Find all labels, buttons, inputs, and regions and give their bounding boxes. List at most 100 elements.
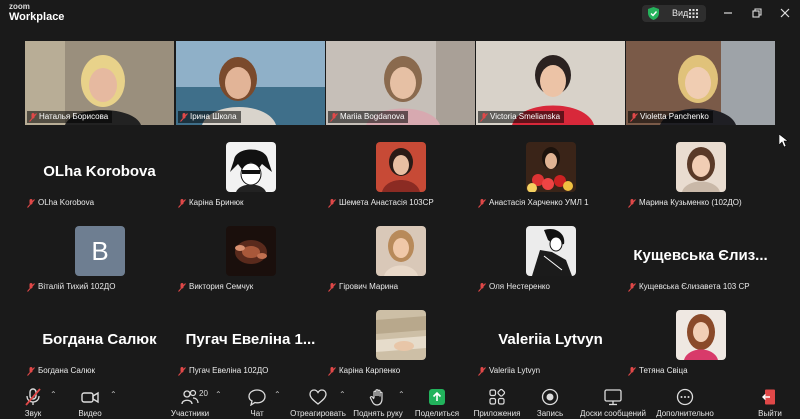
participant-name-tag: Каріна Бринюк	[178, 197, 244, 209]
video-button[interactable]: Видео	[74, 383, 106, 419]
muted-mic-icon	[178, 198, 186, 208]
participant-display-name: Пугач Евеліна 1...	[185, 331, 316, 348]
share-screen-icon	[429, 389, 445, 405]
share-button[interactable]: Поделиться	[414, 383, 460, 419]
participant-name-tag: Оля Нестеренко	[478, 281, 550, 293]
photo-avatar-icon	[676, 310, 726, 360]
participant-name-tag: OLha Korobova	[27, 197, 94, 209]
more-options-icon	[676, 388, 694, 406]
muted-mic-icon	[27, 282, 35, 292]
participant-name-tag: Наталья Борисова	[27, 111, 113, 123]
muted-mic-icon	[628, 366, 636, 376]
participant-name-tag: Valeriia Lytvyn	[478, 365, 540, 377]
more-button[interactable]: Дополнительно	[654, 383, 716, 419]
brand-bottom: Workplace	[9, 11, 65, 23]
video-options-chevron-icon[interactable]: ⌃	[110, 390, 117, 399]
restore-icon[interactable]	[750, 6, 764, 20]
participant-tile[interactable]: Виктория Семчук	[176, 226, 325, 306]
participants-options-chevron-icon[interactable]: ⌃	[215, 390, 222, 399]
muted-mic-icon	[180, 112, 188, 122]
apps-button[interactable]: Приложения	[470, 383, 524, 419]
manga-avatar-icon	[526, 226, 576, 276]
view-button[interactable]: Вид	[642, 5, 706, 22]
share-label: Поделиться	[414, 409, 460, 418]
react-button[interactable]: Отреагировать	[288, 383, 348, 419]
manga-avatar-icon	[226, 142, 276, 192]
participant-tile[interactable]: В Віталій Тихий 102ДО	[25, 226, 174, 306]
raise-hand-button[interactable]: Поднять руку	[352, 383, 404, 419]
participant-name-tag: Анастасія Харченко УМЛ 1	[478, 197, 589, 209]
view-label: Вид	[672, 8, 689, 18]
apps-label: Приложения	[473, 409, 521, 418]
participant-display-name: Кущевська Єлиз...	[633, 247, 768, 264]
audio-options-chevron-icon[interactable]: ⌃	[50, 390, 57, 399]
apps-icon	[489, 388, 506, 405]
audio-button[interactable]: Звук	[18, 383, 48, 419]
participant-tile[interactable]: Valeriia Lytvyn Valeriia Lytvyn	[476, 310, 625, 390]
participant-tile[interactable]: Каріна Бринюк	[176, 142, 325, 222]
close-icon[interactable]	[778, 6, 792, 20]
participant-name-tag: Гірович Марина	[328, 281, 398, 293]
participant-tile[interactable]: Тетяна Свіца	[626, 310, 775, 390]
muted-mic-icon	[628, 282, 636, 292]
participants-count: 20	[199, 389, 208, 398]
participant-tile[interactable]: Гірович Марина	[326, 226, 475, 306]
participant-tile[interactable]: Шемета Анастасія 103СР	[326, 142, 475, 222]
participant-tile[interactable]: Кущевська Єлиз... Кущевська Єлизавета 10…	[626, 226, 775, 306]
record-button[interactable]: Запись	[534, 383, 566, 419]
participant-tile[interactable]: Богдана Салюк Богдана Салюк	[25, 310, 174, 390]
participant-tile[interactable]: OLha Korobova OLha Korobova	[25, 142, 174, 222]
meeting-toolbar: Звук ⌃ Видео ⌃ Участники 20 ⌃ Чат ⌃ Отре…	[0, 383, 800, 419]
participant-name-tag: Victoria Smelianska	[478, 111, 565, 123]
participant-name-tag: Богдана Салюк	[27, 365, 95, 377]
participant-name-tag: Тетяна Свіца	[628, 365, 688, 377]
participant-name-tag: Пугач Евеліна 102ДО	[178, 365, 268, 377]
participants-label: Участники	[170, 409, 210, 418]
chat-button[interactable]: Чат	[243, 383, 271, 419]
muted-mic-icon	[29, 112, 37, 122]
video-tile[interactable]: Наталья Борисова	[25, 41, 174, 125]
muted-mic-icon	[27, 366, 35, 376]
muted-mic-icon	[330, 112, 338, 122]
participant-tile[interactable]: Марина Кузьменко (102ДО)	[626, 142, 775, 222]
minimize-icon[interactable]	[721, 6, 735, 20]
participant-tile[interactable]: Анастасія Харченко УМЛ 1	[476, 142, 625, 222]
shield-icon	[648, 7, 659, 20]
video-camera-icon	[81, 391, 99, 404]
muted-mic-icon	[328, 282, 336, 292]
zoom-logo: zoom Workplace	[9, 3, 64, 23]
video-tile[interactable]: Victoria Smelianska	[476, 41, 625, 125]
muted-mic-icon	[178, 282, 186, 292]
video-tile[interactable]: Ірина Школа	[176, 41, 325, 125]
participant-name-tag: Violetta Panchenko	[628, 111, 713, 123]
audio-label: Звук	[24, 409, 42, 418]
video-tile[interactable]: Violetta Panchenko	[626, 41, 775, 125]
chat-options-chevron-icon[interactable]: ⌃	[274, 390, 281, 399]
participant-display-name: OLha Korobova	[43, 163, 156, 180]
title-bar: zoom Workplace Вид	[0, 0, 800, 28]
leave-door-icon	[762, 389, 775, 405]
participant-tile[interactable]: Оля Нестеренко	[476, 226, 625, 306]
muted-mic-icon	[328, 198, 336, 208]
brand-top: zoom	[9, 2, 30, 11]
raise-hand-options-chevron-icon[interactable]: ⌃	[398, 390, 405, 399]
photo-avatar-icon	[376, 226, 426, 276]
leave-button[interactable]: Выйти	[755, 383, 785, 419]
react-label: Отреагировать	[290, 409, 346, 418]
raised-hand-icon	[369, 389, 383, 406]
participant-name-tag: Виктория Семчук	[178, 281, 253, 293]
participant-tile[interactable]: Пугач Евеліна 1... Пугач Евеліна 102ДО	[176, 310, 325, 390]
flowers-avatar-icon	[526, 142, 576, 192]
photo-avatar-icon	[676, 142, 726, 192]
react-options-chevron-icon[interactable]: ⌃	[339, 390, 346, 399]
muted-mic-icon	[25, 388, 41, 406]
participant-name-tag: Каріна Карпенко	[328, 365, 400, 377]
photo-avatar-icon	[376, 310, 426, 360]
participant-name-tag: Марина Кузьменко (102ДО)	[628, 197, 742, 209]
video-tile[interactable]: Mariia Bogdanova	[326, 41, 475, 125]
muted-mic-icon	[480, 112, 488, 122]
participant-name-tag: Кущевська Єлизавета 103 СР	[628, 281, 750, 293]
video-label: Видео	[78, 409, 102, 418]
whiteboards-button[interactable]: Доски сообщений	[578, 383, 648, 419]
participant-tile[interactable]: Каріна Карпенко	[326, 310, 475, 390]
